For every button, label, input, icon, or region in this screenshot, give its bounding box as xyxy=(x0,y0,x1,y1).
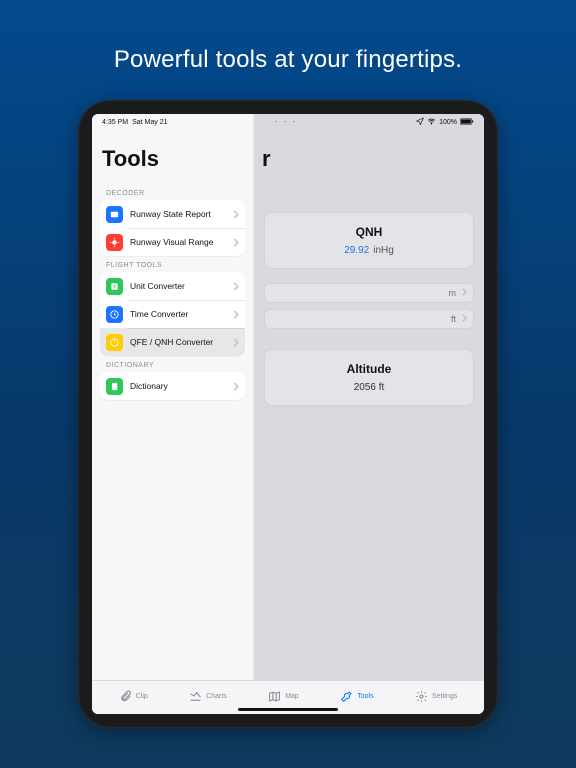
chevron-right-icon xyxy=(233,238,239,247)
tab-label: Clip xyxy=(136,693,148,700)
tab-label: Charts xyxy=(206,693,227,700)
tab-map[interactable]: Map xyxy=(268,690,299,703)
home-indicator[interactable] xyxy=(238,708,338,711)
sidebar-item-label: Dictionary xyxy=(130,381,233,391)
unit-row-meters[interactable]: m xyxy=(264,283,474,303)
unit-row-feet[interactable]: ft xyxy=(264,309,474,329)
screen: 4:35 PM Sat May 21 ··· 100% xyxy=(92,114,484,714)
section-label-dictionary: DICTIONARY xyxy=(106,362,243,369)
chevron-right-icon xyxy=(462,288,467,298)
tab-tools[interactable]: Tools xyxy=(340,690,373,703)
tab-settings[interactable]: Settings xyxy=(415,690,457,703)
unit-row-label: m xyxy=(449,288,457,298)
chevron-right-icon xyxy=(233,210,239,219)
qnh-value: 29.92 xyxy=(344,245,369,256)
qnh-panel[interactable]: QNH 29.92 inHg xyxy=(264,212,474,269)
battery-icon xyxy=(460,118,474,127)
ipad-device-frame: 4:35 PM Sat May 21 ··· 100% xyxy=(78,100,498,728)
wifi-icon xyxy=(427,117,436,128)
sidebar-item-label: Runway State Report xyxy=(130,209,233,219)
sidebar-item-label: Runway Visual Range xyxy=(130,237,233,247)
sidebar-item-runway-visual-range[interactable]: Runway Visual Range xyxy=(100,228,245,256)
altitude-value: 2056 ft xyxy=(354,382,385,393)
sidebar: Tools DECODER Runway State Report xyxy=(92,114,254,680)
altitude-panel[interactable]: Altitude 2056 ft xyxy=(264,349,474,406)
sidebar-item-qfe-qnh-converter[interactable]: QFE / QNH Converter xyxy=(100,328,245,356)
charts-icon xyxy=(189,690,202,703)
tab-label: Settings xyxy=(432,693,457,700)
unit-converter-icon xyxy=(109,281,120,292)
multitask-dots: ··· xyxy=(275,116,302,126)
sidebar-item-time-converter[interactable]: Time Converter xyxy=(100,300,245,328)
status-bar: 4:35 PM Sat May 21 ··· 100% xyxy=(92,114,484,128)
status-date: Sat May 21 xyxy=(132,119,167,126)
visual-range-icon xyxy=(109,237,120,248)
section-label-flight-tools: FLIGHT TOOLS xyxy=(106,262,243,269)
qnh-unit: inHg xyxy=(373,245,394,256)
pressure-icon xyxy=(109,337,120,348)
sidebar-item-runway-state-report[interactable]: Runway State Report xyxy=(100,200,245,228)
chevron-right-icon xyxy=(233,338,239,347)
wrench-icon xyxy=(340,690,353,703)
tab-clip[interactable]: Clip xyxy=(119,690,148,703)
map-icon xyxy=(268,690,281,703)
clock-icon xyxy=(109,309,120,320)
tab-label: Tools xyxy=(357,693,373,700)
tab-label: Map xyxy=(285,693,299,700)
runway-icon xyxy=(109,209,120,220)
gear-icon xyxy=(415,690,428,703)
chevron-right-icon xyxy=(233,310,239,319)
altitude-title: Altitude xyxy=(273,362,465,376)
chevron-right-icon xyxy=(233,282,239,291)
page-title: r xyxy=(262,146,474,172)
status-time: 4:35 PM xyxy=(102,119,128,126)
marketing-tagline: Powerful tools at your fingertips. xyxy=(114,46,462,74)
sidebar-item-label: Time Converter xyxy=(130,309,233,319)
book-icon xyxy=(109,381,120,392)
tab-charts[interactable]: Charts xyxy=(189,690,227,703)
sidebar-item-label: QFE / QNH Converter xyxy=(130,337,233,347)
detail-pane: r QNH 29.92 inHg m ft xyxy=(254,114,484,680)
battery-percent: 100% xyxy=(439,119,457,126)
paperclip-icon xyxy=(119,690,132,703)
chevron-right-icon xyxy=(233,382,239,391)
qnh-title: QNH xyxy=(273,225,465,239)
section-label-decoder: DECODER xyxy=(106,190,243,197)
sidebar-item-dictionary[interactable]: Dictionary xyxy=(100,372,245,400)
chevron-right-icon xyxy=(462,314,467,324)
unit-row-label: ft xyxy=(451,314,456,324)
sidebar-item-label: Unit Converter xyxy=(130,281,233,291)
paperplane-icon xyxy=(416,117,424,127)
sidebar-item-unit-converter[interactable]: Unit Converter xyxy=(100,272,245,300)
sidebar-title: Tools xyxy=(102,146,243,172)
